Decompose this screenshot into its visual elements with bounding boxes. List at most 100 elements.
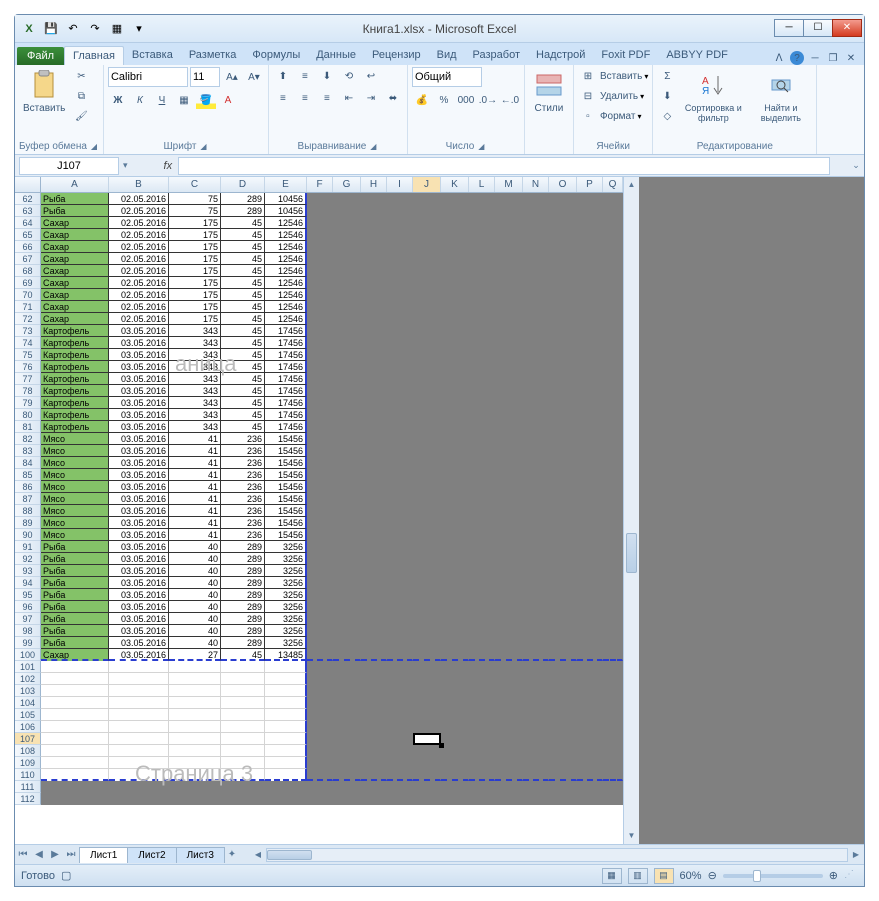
table-row[interactable]: 93Рыба03.05.2016402893256 xyxy=(15,565,623,577)
cell[interactable] xyxy=(549,649,577,661)
cell[interactable] xyxy=(361,325,387,337)
cell[interactable] xyxy=(387,193,413,205)
scroll-thumb[interactable] xyxy=(626,533,637,573)
cell[interactable] xyxy=(523,601,549,613)
cell[interactable] xyxy=(523,529,549,541)
row-header-74[interactable]: 74 xyxy=(15,337,41,349)
cell[interactable] xyxy=(577,361,603,373)
cell[interactable] xyxy=(469,565,495,577)
cell[interactable] xyxy=(523,625,549,637)
cell[interactable] xyxy=(413,769,441,781)
cell[interactable] xyxy=(441,193,469,205)
cell[interactable] xyxy=(333,745,361,757)
cell[interactable]: 03.05.2016 xyxy=(109,481,169,493)
cell[interactable] xyxy=(307,193,333,205)
cell[interactable] xyxy=(441,661,469,673)
cell[interactable] xyxy=(333,673,361,685)
cell[interactable]: 45 xyxy=(221,241,265,253)
cell[interactable]: 289 xyxy=(221,625,265,637)
cell[interactable] xyxy=(577,721,603,733)
cell[interactable]: 343 xyxy=(169,409,221,421)
cell[interactable] xyxy=(469,313,495,325)
cell[interactable] xyxy=(469,385,495,397)
cell[interactable]: 75 xyxy=(169,193,221,205)
cell[interactable] xyxy=(307,385,333,397)
cell[interactable] xyxy=(603,565,623,577)
cell[interactable] xyxy=(495,769,523,781)
cell[interactable] xyxy=(361,625,387,637)
cell[interactable] xyxy=(549,565,577,577)
cell[interactable] xyxy=(495,757,523,769)
cell[interactable]: 175 xyxy=(169,217,221,229)
cell[interactable] xyxy=(169,697,221,709)
cell[interactable] xyxy=(109,661,169,673)
cell[interactable] xyxy=(333,349,361,361)
ribbon-tab-0[interactable]: Главная xyxy=(64,46,124,65)
cell[interactable] xyxy=(469,577,495,589)
cell[interactable]: 02.05.2016 xyxy=(109,277,169,289)
autosum-button[interactable]: Σ xyxy=(657,67,677,85)
cell[interactable] xyxy=(549,253,577,265)
cell[interactable] xyxy=(549,301,577,313)
cell[interactable] xyxy=(603,541,623,553)
cell[interactable] xyxy=(577,241,603,253)
cell[interactable] xyxy=(441,793,469,805)
cell[interactable]: 45 xyxy=(221,373,265,385)
cell[interactable] xyxy=(441,625,469,637)
col-header-D[interactable]: D xyxy=(221,177,265,192)
cell[interactable] xyxy=(265,661,307,673)
cell[interactable] xyxy=(413,313,441,325)
cell[interactable] xyxy=(523,445,549,457)
cell[interactable] xyxy=(109,769,169,781)
cell[interactable] xyxy=(307,493,333,505)
cell[interactable] xyxy=(387,541,413,553)
cell[interactable]: 45 xyxy=(221,277,265,289)
cell[interactable]: 12546 xyxy=(265,241,307,253)
cell[interactable]: 45 xyxy=(221,313,265,325)
cell[interactable] xyxy=(307,781,333,793)
cell[interactable] xyxy=(469,325,495,337)
cell[interactable] xyxy=(307,709,333,721)
cell[interactable] xyxy=(387,313,413,325)
cell[interactable] xyxy=(41,697,109,709)
row-header-95[interactable]: 95 xyxy=(15,589,41,601)
cell[interactable]: Сахар xyxy=(41,229,109,241)
cell[interactable] xyxy=(603,397,623,409)
cell[interactable] xyxy=(523,505,549,517)
cell[interactable]: 343 xyxy=(169,421,221,433)
fill-handle[interactable] xyxy=(439,743,444,748)
cell[interactable] xyxy=(413,349,441,361)
row-header-77[interactable]: 77 xyxy=(15,373,41,385)
cell[interactable] xyxy=(441,373,469,385)
cell[interactable] xyxy=(333,553,361,565)
table-row[interactable]: 67Сахар02.05.20161754512546 xyxy=(15,253,623,265)
cell[interactable] xyxy=(577,277,603,289)
cell[interactable]: 289 xyxy=(221,613,265,625)
row-header-89[interactable]: 89 xyxy=(15,517,41,529)
row-header-62[interactable]: 62 xyxy=(15,193,41,205)
cell[interactable] xyxy=(361,673,387,685)
cell[interactable] xyxy=(387,361,413,373)
table-row[interactable]: 98Рыба03.05.2016402893256 xyxy=(15,625,623,637)
cell[interactable] xyxy=(441,313,469,325)
cell[interactable] xyxy=(361,205,387,217)
cell[interactable] xyxy=(523,541,549,553)
cell[interactable] xyxy=(577,445,603,457)
cell[interactable]: 03.05.2016 xyxy=(109,421,169,433)
cell[interactable] xyxy=(333,289,361,301)
cell[interactable]: Картофель xyxy=(41,349,109,361)
table-row[interactable]: 89Мясо03.05.20164123615456 xyxy=(15,517,623,529)
cell[interactable] xyxy=(523,613,549,625)
cell[interactable] xyxy=(441,541,469,553)
cell[interactable] xyxy=(333,625,361,637)
cell[interactable] xyxy=(333,697,361,709)
fill-color-button[interactable]: 🪣 xyxy=(196,91,216,109)
cell[interactable] xyxy=(603,709,623,721)
cell[interactable]: 175 xyxy=(169,265,221,277)
col-header-A[interactable]: A xyxy=(41,177,109,192)
cell[interactable] xyxy=(549,529,577,541)
cell[interactable] xyxy=(523,637,549,649)
cell[interactable]: 12546 xyxy=(265,217,307,229)
cell[interactable]: 41 xyxy=(169,529,221,541)
cell[interactable] xyxy=(41,661,109,673)
